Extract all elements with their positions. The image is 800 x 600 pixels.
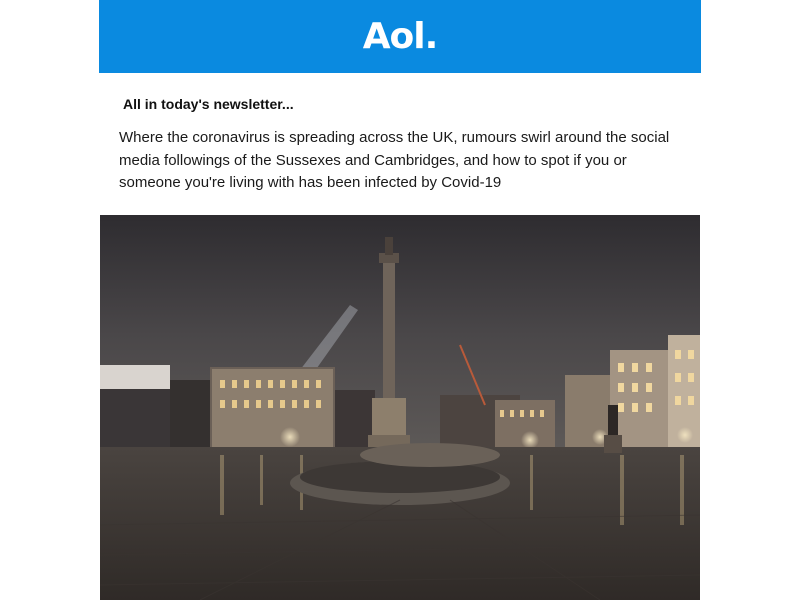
header-banner: Aol. bbox=[99, 0, 701, 73]
aol-logo[interactable]: Aol. bbox=[363, 18, 439, 55]
hero-image-illustration bbox=[100, 215, 700, 600]
newsletter-email: Aol. All in today's newsletter... Where … bbox=[99, 0, 701, 600]
intro-heading: All in today's newsletter... bbox=[123, 96, 294, 112]
hero-image[interactable] bbox=[100, 215, 700, 600]
page: Aol. All in today's newsletter... Where … bbox=[0, 0, 800, 600]
intro-body-text: Where the coronavirus is spreading acros… bbox=[119, 129, 670, 191]
